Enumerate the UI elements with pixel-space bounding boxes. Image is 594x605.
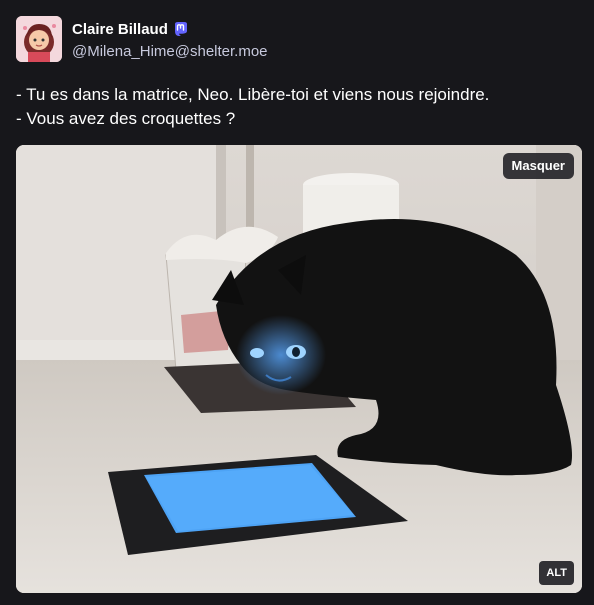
content-line: - Tu es dans la matrice, Neo. Libère-toi… xyxy=(16,85,490,104)
author-handle[interactable]: @Milena_Hime@shelter.moe xyxy=(72,43,268,60)
media-attachment[interactable]: Masquer ALT xyxy=(16,145,582,593)
content-line: - Vous avez des croquettes ? xyxy=(16,109,236,128)
alt-text-button[interactable]: ALT xyxy=(539,561,574,585)
display-name-row: Claire Billaud xyxy=(72,19,268,39)
mastodon-icon xyxy=(173,21,189,37)
post-content: - Tu es dans la matrice, Neo. Libère-toi… xyxy=(16,83,576,131)
post-header: Claire Billaud @Milena_Hime@shelter.moe xyxy=(16,16,576,64)
post: Claire Billaud @Milena_Hime@shelter.moe … xyxy=(0,0,594,605)
display-name[interactable]: Claire Billaud xyxy=(72,21,168,38)
author-names: Claire Billaud @Milena_Hime@shelter.moe xyxy=(72,19,268,61)
avatar[interactable] xyxy=(16,16,62,62)
cat-tablet-image xyxy=(16,145,582,593)
hide-media-button[interactable]: Masquer xyxy=(502,153,574,179)
